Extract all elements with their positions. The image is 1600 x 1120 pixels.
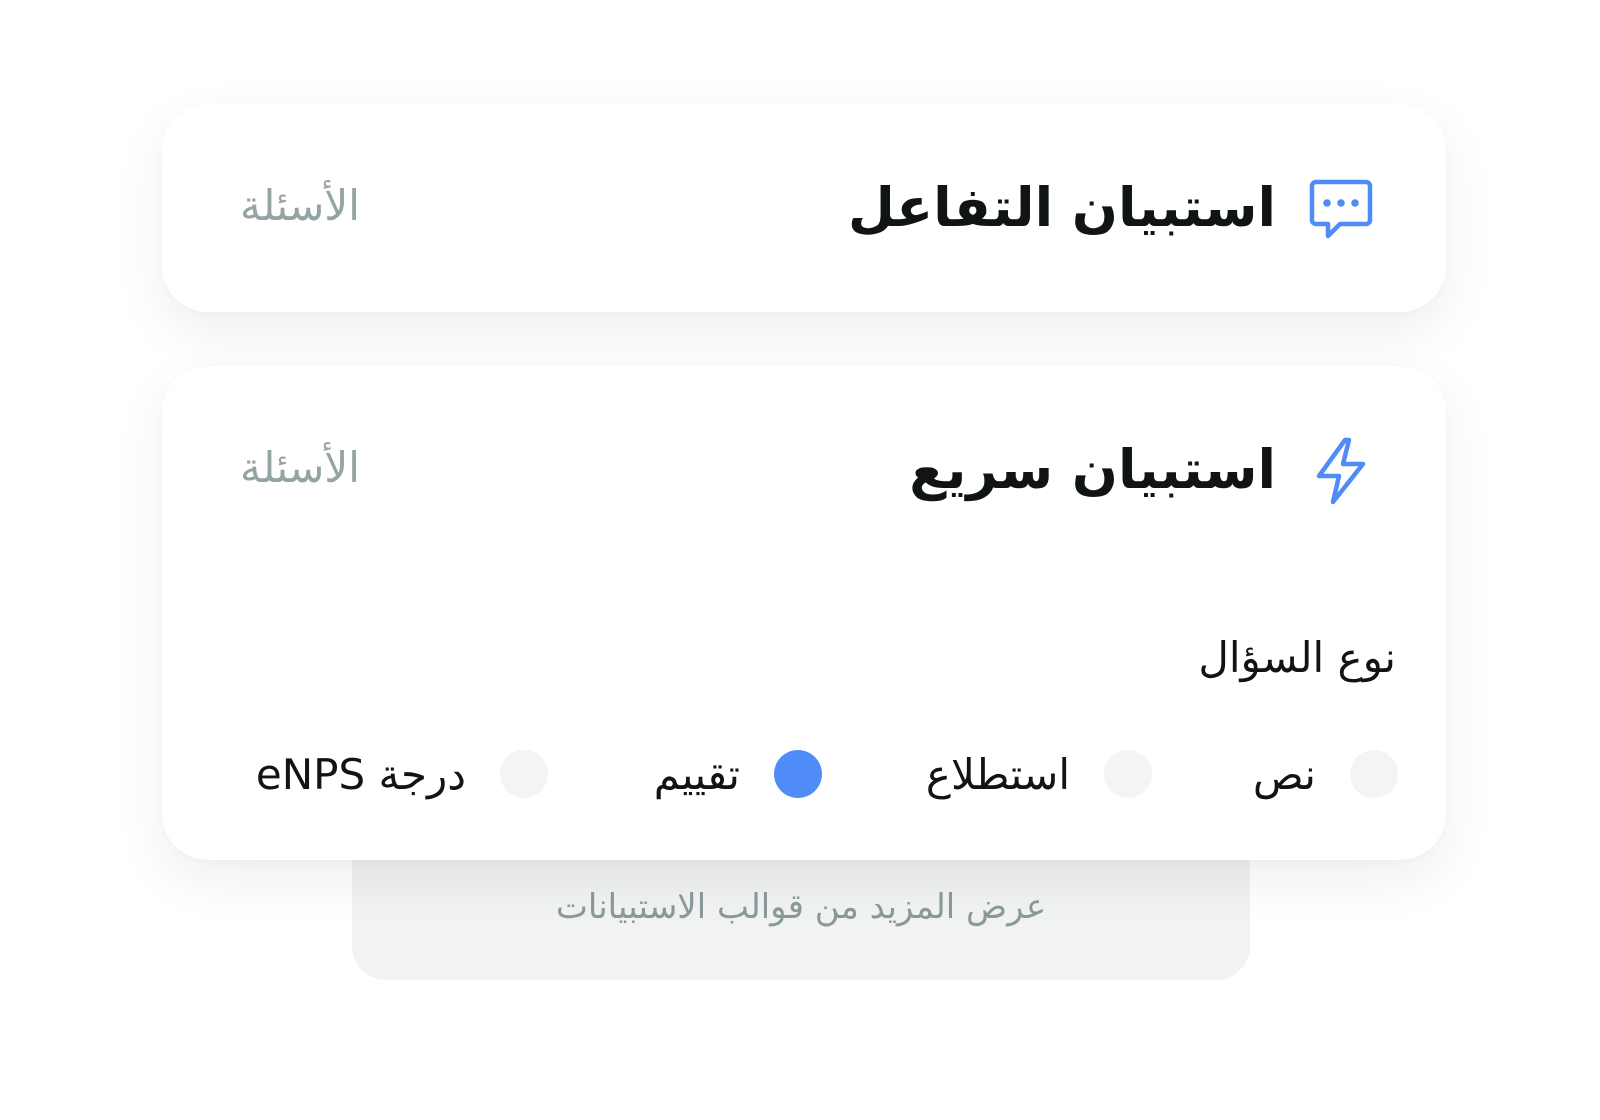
survey-card-quick[interactable]: استبيان سريع الأسئلة نوع السؤال نص استطل…: [162, 366, 1446, 860]
radio-button[interactable]: [1350, 750, 1398, 798]
questions-label: الأسئلة: [240, 443, 360, 492]
option-label: استطلاع: [925, 749, 1070, 799]
option-poll[interactable]: استطلاع: [926, 744, 1152, 804]
chat-bubble-icon: [1306, 174, 1376, 244]
option-enps[interactable]: درجة eNPS: [256, 744, 548, 804]
card-header: استبيان التفاعل الأسئلة: [162, 104, 1446, 312]
option-label: تقييم: [653, 749, 740, 799]
card-title: استبيان سريع: [909, 438, 1276, 501]
lightning-icon: [1306, 436, 1376, 506]
question-type-options: نص استطلاع تقييم درجة eNPS: [162, 744, 1446, 804]
card-title: استبيان التفاعل: [848, 176, 1276, 239]
more-templates-label: عرض المزيد من قوالب الاستبيانات: [555, 887, 1047, 927]
question-type-label: نوع السؤال: [1198, 633, 1396, 682]
option-text[interactable]: نص: [1253, 744, 1398, 804]
card-header: استبيان سريع الأسئلة: [162, 366, 1446, 574]
option-label: درجة eNPS: [255, 749, 466, 799]
option-label: نص: [1252, 749, 1316, 799]
questions-label: الأسئلة: [240, 181, 360, 230]
survey-templates-panel: عرض المزيد من قوالب الاستبيانات استبيان …: [0, 0, 1600, 1120]
radio-button-selected[interactable]: [774, 750, 822, 798]
survey-card-engagement[interactable]: استبيان التفاعل الأسئلة: [162, 104, 1446, 312]
radio-button[interactable]: [500, 750, 548, 798]
option-rating[interactable]: تقييم: [654, 744, 822, 804]
radio-button[interactable]: [1104, 750, 1152, 798]
